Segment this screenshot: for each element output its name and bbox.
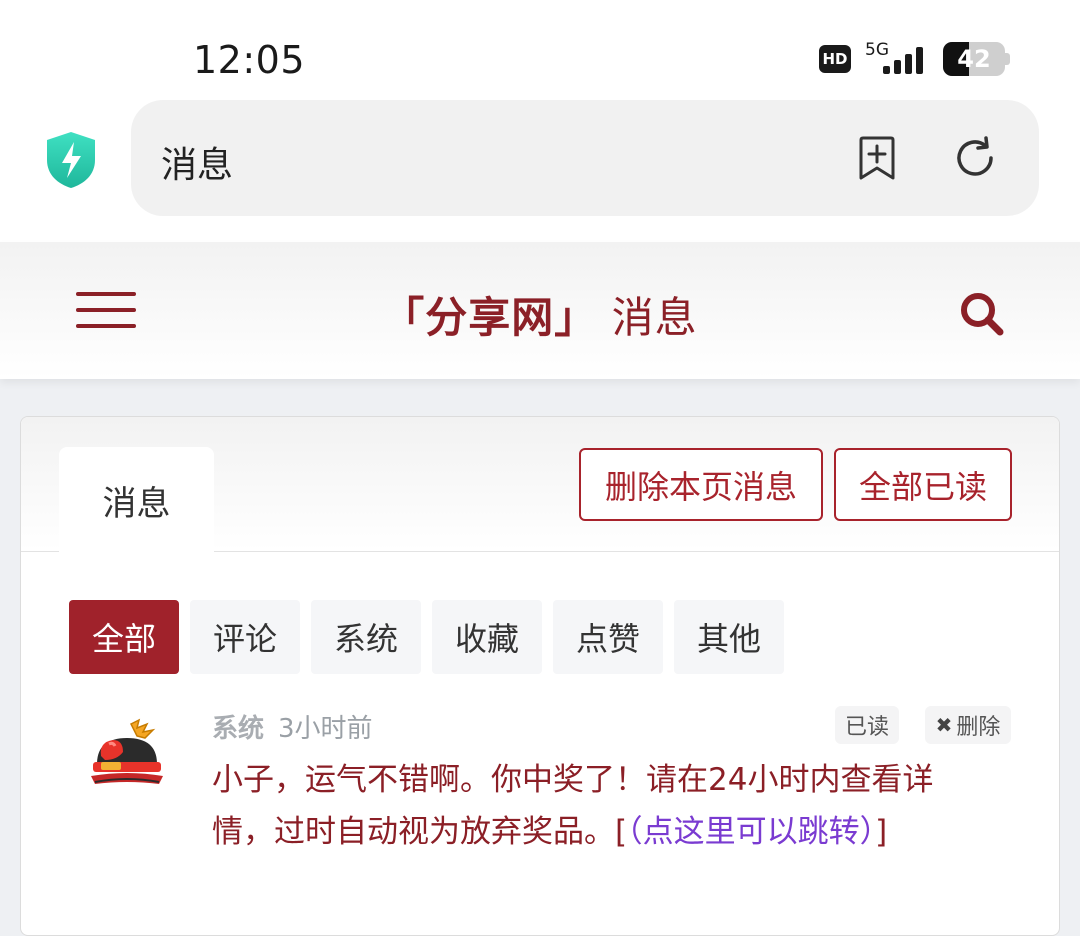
- filter-tabs: 全部 评论 系统 收藏 点赞 其他: [69, 600, 784, 674]
- filter-favorites[interactable]: 收藏: [432, 600, 542, 674]
- site-brand: 「分享网」: [382, 293, 598, 342]
- filter-system[interactable]: 系统: [311, 600, 421, 674]
- message-time: 3小时前: [278, 714, 373, 744]
- message-text-end: ]: [875, 814, 888, 850]
- signal-icon: 5G: [861, 40, 933, 76]
- site-page-title: 消息: [611, 293, 698, 342]
- filter-other[interactable]: 其他: [674, 600, 784, 674]
- filter-likes[interactable]: 点赞: [553, 600, 663, 674]
- delete-label: 删除: [956, 715, 1001, 740]
- close-icon: ✖: [935, 713, 953, 737]
- battery-level: 42: [957, 45, 991, 73]
- filter-comments[interactable]: 评论: [190, 600, 300, 674]
- reload-icon[interactable]: [951, 134, 999, 182]
- avatar: [91, 718, 163, 784]
- message-meta: 系统 3小时前: [212, 708, 373, 745]
- browser-toolbar: 消息: [0, 100, 1080, 242]
- card-header: 消息 删除本页消息 全部已读: [21, 417, 1059, 553]
- tab-messages[interactable]: 消息: [59, 447, 214, 553]
- message-text: 小子，运气不错啊。你中奖了！请在24小时内查看详情，过时自动视为放弃奖品。[（点…: [212, 754, 992, 858]
- status-icons: HD 5G 42: [819, 40, 1010, 76]
- page-title: 消息: [161, 145, 234, 186]
- messages-card: 消息 删除本页消息 全部已读 全部 评论 系统 收藏 点赞 其他 系统 3小时前 …: [20, 416, 1060, 936]
- search-icon[interactable]: [958, 290, 1006, 338]
- battery-icon: 42: [943, 42, 1010, 76]
- hd-icon: HD: [819, 45, 851, 73]
- shield-bolt-icon[interactable]: [44, 130, 98, 190]
- bookmark-add-icon[interactable]: [853, 134, 901, 182]
- delete-page-messages-button[interactable]: 删除本页消息: [579, 448, 823, 521]
- site-title: 「分享网」 消息: [0, 284, 1080, 345]
- status-bar: 12:05 HD 5G 42: [0, 0, 1080, 100]
- mark-all-read-button[interactable]: 全部已读: [834, 448, 1012, 521]
- delete-message-button[interactable]: ✖ 删除: [925, 706, 1011, 744]
- filter-all[interactable]: 全部: [69, 600, 179, 674]
- site-header: 「分享网」 消息: [0, 242, 1080, 379]
- address-bar[interactable]: 消息: [131, 100, 1039, 216]
- message-link[interactable]: （点这里可以跳转）: [627, 814, 875, 850]
- status-time: 12:05: [193, 38, 306, 82]
- message-category: 系统: [212, 714, 265, 744]
- read-badge[interactable]: 已读: [835, 706, 899, 744]
